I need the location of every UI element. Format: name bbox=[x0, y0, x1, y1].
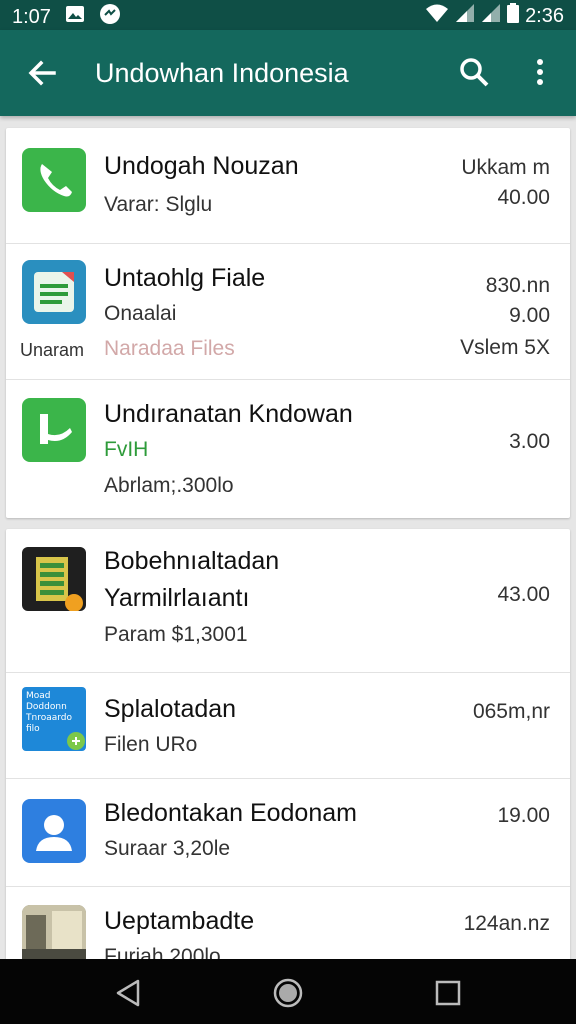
gallery-notification-icon bbox=[65, 5, 85, 29]
item-subtitle: Filen URo bbox=[104, 733, 198, 756]
item-title: Bledontakan Eodonam bbox=[104, 799, 357, 827]
page-title: Undowhan Indonesia bbox=[95, 58, 349, 88]
item-size: 40.00 bbox=[497, 186, 550, 209]
square-recents-icon bbox=[435, 980, 461, 1006]
more-options-button[interactable] bbox=[528, 52, 552, 92]
item-size: 065m,nr bbox=[472, 700, 550, 723]
item-icon-caption: Unaram bbox=[20, 340, 85, 360]
item-subtitle: Varar: Slglu bbox=[104, 193, 213, 216]
list-item[interactable]: Bledontakan Eodonam Suraar 3,20le 19.00 bbox=[6, 779, 570, 887]
item-extra: Abrlam;.300lo bbox=[104, 474, 234, 497]
item-meta: 830.nn bbox=[485, 274, 550, 297]
list-item[interactable]: Bobehnıaltadan Yarmilrlaıantı Param $1,3… bbox=[6, 529, 570, 673]
notes-app-icon: Moad Doddonn Tnroaardo filo bbox=[22, 687, 86, 751]
item-title: Undıranatan Kndowan bbox=[104, 400, 353, 428]
item-meta: Ukkam m bbox=[461, 156, 550, 179]
item-title: Bobehnıaltadan bbox=[104, 547, 280, 575]
download-list: Undogah Nouzan Varar: Slglu Ukkam m 40.0… bbox=[0, 116, 576, 959]
back-button[interactable] bbox=[22, 53, 62, 93]
signal-icon-2 bbox=[481, 3, 501, 29]
item-size: 19.00 bbox=[497, 804, 550, 827]
battery-icon bbox=[507, 3, 520, 29]
item-subtitle: FvIH bbox=[104, 438, 149, 461]
list-item[interactable]: Untaohlg Fiale Onaalai Unaram Naradaa Fi… bbox=[6, 244, 570, 380]
list-item[interactable]: Moad Doddonn Tnroaardo filo Splalotadan … bbox=[6, 673, 570, 779]
search-icon bbox=[460, 58, 489, 87]
item-size: 43.00 bbox=[497, 583, 550, 606]
item-subtitle: Furiah 200lo bbox=[104, 945, 221, 959]
nav-home-button[interactable] bbox=[270, 975, 306, 1011]
item-subtitle: Suraar 3,20le bbox=[104, 837, 231, 860]
item-title: Untaohlg Fiale bbox=[104, 264, 266, 292]
download-card-1: Undogah Nouzan Varar: Slglu Ukkam m 40.0… bbox=[6, 128, 570, 518]
app-bar: Undowhan Indonesia bbox=[0, 30, 576, 116]
calculator-app-icon bbox=[22, 547, 86, 612]
list-item[interactable]: Undıranatan Kndowan FvIH Abrlam;.300lo 3… bbox=[6, 380, 570, 518]
signal-icon bbox=[455, 3, 475, 29]
item-subtitle: Onaalai bbox=[104, 302, 177, 325]
document-app-icon bbox=[22, 260, 86, 324]
item-title: Splalotadan bbox=[104, 695, 237, 723]
status-bar: 1:07 2:36 bbox=[0, 0, 576, 30]
contacts-app-icon bbox=[22, 799, 86, 863]
nav-recents-button[interactable] bbox=[430, 975, 466, 1011]
status-time-right: 2:36 bbox=[525, 4, 564, 27]
item-title: Ueptambadte bbox=[104, 907, 255, 935]
nav-back-button[interactable] bbox=[110, 975, 146, 1011]
item-subtitle: Yarmilrlaıantı bbox=[104, 584, 250, 612]
item-extra: Naradaa Files bbox=[104, 337, 235, 360]
navigation-bar bbox=[0, 959, 576, 1024]
wifi-icon bbox=[425, 3, 449, 29]
item-size: 9.00 bbox=[509, 304, 550, 327]
notification-icon bbox=[99, 3, 121, 31]
item-size: 124an.nz bbox=[463, 912, 550, 935]
list-item[interactable]: Ueptambadte Furiah 200lo 124an.nz bbox=[6, 887, 570, 959]
item-size: 3.00 bbox=[509, 430, 550, 453]
item-extra: Param $1,3001 bbox=[104, 623, 248, 646]
download-card-2: Bobehnıaltadan Yarmilrlaıantı Param $1,3… bbox=[6, 529, 570, 959]
more-vert-icon bbox=[537, 59, 543, 85]
item-title: Undogah Nouzan bbox=[104, 152, 299, 180]
chat-app-icon bbox=[22, 398, 86, 462]
status-time-left: 1:07 bbox=[12, 5, 51, 28]
circle-home-icon bbox=[273, 978, 303, 1008]
phone-app-icon bbox=[22, 148, 86, 212]
search-button[interactable] bbox=[454, 52, 494, 92]
list-item[interactable]: Undogah Nouzan Varar: Slglu Ukkam m 40.0… bbox=[6, 128, 570, 244]
photo-app-icon bbox=[22, 905, 86, 959]
item-version: Vslem 5X bbox=[460, 336, 550, 359]
triangle-back-icon bbox=[116, 979, 140, 1007]
